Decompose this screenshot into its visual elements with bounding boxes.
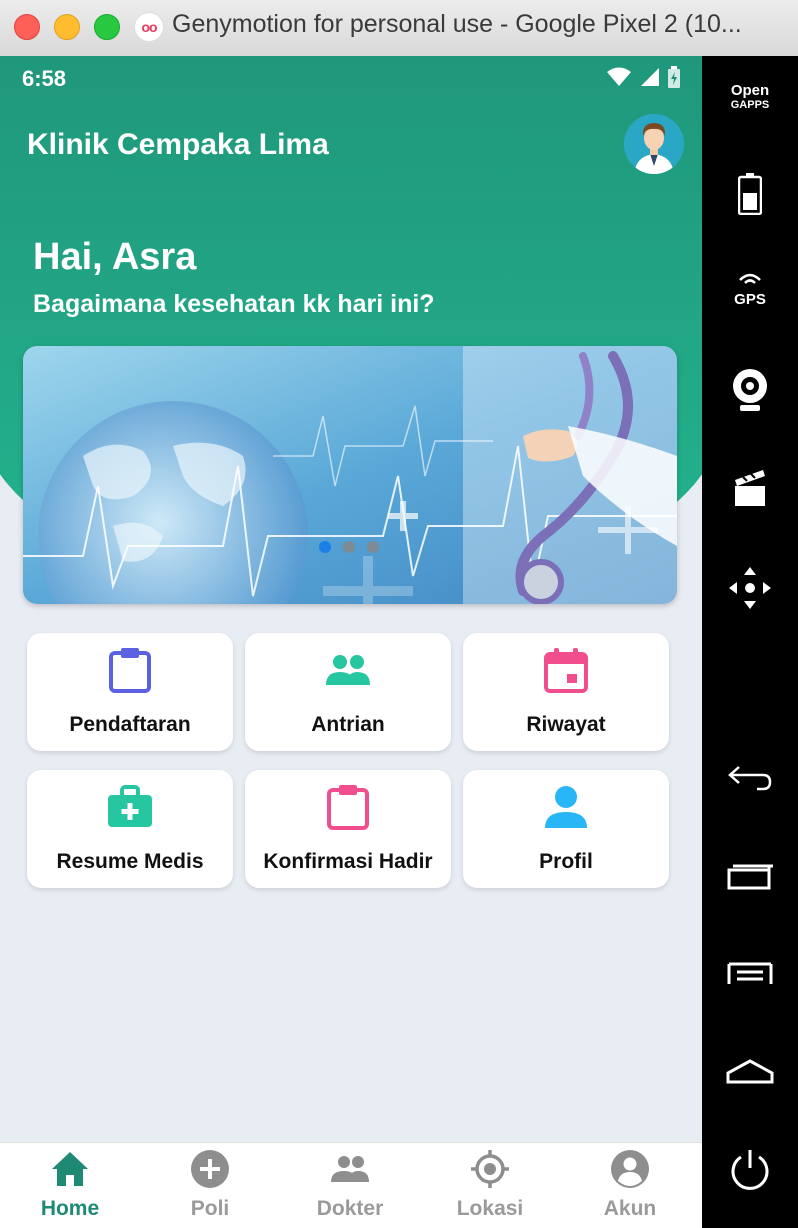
recent-apps-button[interactable] [722,848,778,904]
nav-lokasi[interactable]: Lokasi [420,1143,560,1228]
battery-icon [668,66,680,88]
avatar[interactable] [624,114,684,174]
nav-label: Lokasi [456,1197,524,1220]
medical-banner-image [23,346,677,604]
nav-home[interactable]: Home [0,1143,140,1228]
clapperboard-icon [735,470,765,506]
wifi-icon [607,67,631,86]
close-window-button[interactable] [14,14,40,40]
home-button[interactable] [722,1044,778,1100]
menu-label: Profil [539,850,593,873]
minimize-window-button[interactable] [54,14,80,40]
app-title: Klinik Cempaka Lima [27,128,329,161]
menu-konfirmasi-hadir[interactable]: Konfirmasi Hadir [245,770,451,888]
open-gapps-line2: GAPPS [730,99,770,111]
open-gapps-button[interactable]: Open GAPPS [722,70,778,126]
open-gapps-line1: Open [730,82,770,99]
menu-pendaftaran[interactable]: Pendaftaran [27,633,233,751]
nav-label: Poli [190,1197,230,1220]
plus-circle-icon [191,1150,229,1188]
person-icon [545,786,587,828]
location-target-icon [471,1150,509,1188]
gps-icon: GPS [734,272,766,308]
genymotion-logo-icon: oo [134,12,164,42]
carousel-dot[interactable] [319,541,331,553]
nav-dokter[interactable]: Dokter [280,1143,420,1228]
people-icon [331,1156,369,1182]
home-outline-icon [726,1059,774,1084]
clipboard-icon [327,785,369,830]
nav-label: Akun [603,1197,657,1220]
emulator-sidebar: Open GAPPS GPS [702,56,798,1228]
webcam-icon [733,369,767,411]
nav-poli[interactable]: Poli [140,1143,280,1228]
gps-button[interactable]: GPS [722,262,778,318]
status-icons [606,66,680,88]
doctor-avatar-icon [624,114,684,174]
nav-label: Dokter [316,1197,384,1220]
greeting-subtitle: Bagaimana kesehatan kk hari ini? [33,290,435,318]
menu-button[interactable] [722,946,778,1002]
window-title: Genymotion for personal use - Google Pix… [172,10,742,38]
menu-lines-icon [727,962,773,984]
menu-riwayat[interactable]: Riwayat [463,633,669,751]
webcam-button[interactable] [722,362,778,418]
gps-signal-icon [739,273,761,284]
nav-akun[interactable]: Akun [560,1143,700,1228]
medkit-icon [108,785,152,827]
power-button[interactable] [722,1142,778,1198]
menu-profil[interactable]: Profil [463,770,669,888]
phone-screen: 6:58 Klinik Cempaka Lima Hai, Asra Bagai… [0,56,702,1228]
calendar-icon [544,648,588,693]
menu-label: Konfirmasi Hadir [263,850,433,873]
media-capture-button[interactable] [722,460,778,516]
battery-icon [738,173,762,215]
people-icon [326,655,370,685]
menu-label: Riwayat [526,713,606,736]
window-titlebar: oo Genymotion for personal use - Google … [0,0,798,57]
carousel-dot[interactable] [343,541,355,553]
open-gapps-icon: Open GAPPS [730,82,770,112]
signal-icon [641,68,659,86]
battery-button[interactable] [722,166,778,222]
carousel-indicator [319,541,379,553]
status-time: 6:58 [22,66,67,91]
power-icon [731,1150,769,1190]
banner-carousel[interactable] [23,346,677,604]
back-button[interactable] [722,750,778,806]
menu-label: Antrian [311,713,385,736]
carousel-dot[interactable] [367,541,379,553]
zoom-window-button[interactable] [94,14,120,40]
menu-label: Pendaftaran [69,713,191,736]
dpad-button[interactable] [722,560,778,616]
menu-antrian[interactable]: Antrian [245,633,451,751]
back-arrow-icon [728,766,772,791]
account-circle-icon [611,1150,649,1188]
status-bar: 6:58 [0,56,702,100]
greeting-heading: Hai, Asra [33,236,197,278]
menu-label: Resume Medis [56,850,204,873]
clipboard-icon [109,648,151,693]
menu-resume-medis[interactable]: Resume Medis [27,770,233,888]
bottom-navigation: Home Poli Dokter Lokasi Akun [0,1142,702,1228]
dpad-icon [729,567,771,609]
gps-label: GPS [734,291,766,308]
home-icon [52,1152,88,1186]
recent-apps-icon [727,864,773,890]
nav-label: Home [40,1197,100,1220]
